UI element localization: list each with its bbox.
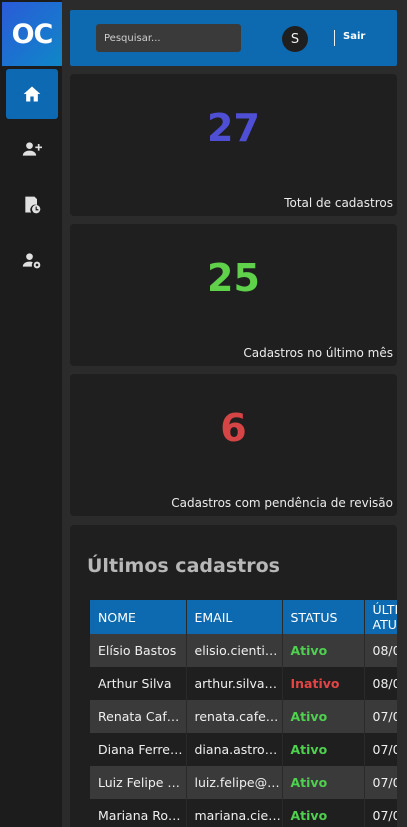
- cell-updated: 08/0: [364, 667, 397, 700]
- table-row[interactable]: Elísio Bastoselisio.cientista@email.comA…: [90, 634, 397, 667]
- cell-email: diana.astronauta@email.com: [186, 733, 283, 766]
- add-user-icon: [22, 142, 42, 156]
- sidebar-item-user-settings[interactable]: [6, 235, 58, 285]
- search-input[interactable]: [96, 24, 241, 52]
- stat-card-last-month: 25 Cadastros no último mês: [70, 224, 397, 366]
- cell-status: Inativo: [282, 667, 365, 700]
- cell-status: Ativo: [282, 634, 365, 667]
- cell-updated: 07/0: [364, 766, 397, 799]
- logout-button[interactable]: Sair: [343, 31, 365, 42]
- cell-name: Elísio Bastos: [90, 634, 187, 667]
- cell-status: Ativo: [282, 766, 365, 799]
- table-row[interactable]: Luiz Felipe Souzaluiz.felipe@email.comAt…: [90, 766, 397, 799]
- cell-updated: 07/0: [364, 733, 397, 766]
- sidebar-item-home[interactable]: [6, 69, 58, 119]
- app-logo[interactable]: OC: [2, 2, 62, 66]
- recent-table: NOME EMAIL STATUS ÚLTIMA ATUALIZAÇÃO Elí…: [90, 600, 397, 827]
- document-history-icon: [25, 196, 41, 214]
- cell-name: Diana Ferreira: [90, 733, 187, 766]
- table-row[interactable]: Renata Cafeteirarenata.cafeteira@email.c…: [90, 700, 397, 733]
- top-bar: S Sair: [70, 10, 397, 66]
- table-header-row: NOME EMAIL STATUS ÚLTIMA ATUALIZAÇÃO: [90, 600, 397, 634]
- stat-value: 6: [220, 406, 247, 450]
- stat-card-pending-review: 6 Cadastros com pendência de revisão: [70, 374, 397, 516]
- stat-value: 25: [207, 256, 260, 300]
- home-icon: [23, 86, 41, 102]
- table-row[interactable]: Arthur Silvaarthur.silva@email.comInativ…: [90, 667, 397, 700]
- cell-name: Renata Cafeteira: [90, 700, 187, 733]
- header-divider: [334, 30, 335, 46]
- cell-email: elisio.cientista@email.com: [186, 634, 283, 667]
- column-header-updated[interactable]: ÚLTIMA ATUALIZAÇÃO: [364, 600, 397, 634]
- cell-email: mariana.cientista@email.com: [186, 799, 283, 827]
- recent-table-scroll[interactable]: NOME EMAIL STATUS ÚLTIMA ATUALIZAÇÃO Elí…: [90, 600, 397, 827]
- cell-name: Luiz Felipe Souza: [90, 766, 187, 799]
- cell-status: Ativo: [282, 733, 365, 766]
- sidebar-item-reviews[interactable]: [6, 180, 58, 230]
- stat-label: Cadastros no último mês: [243, 346, 393, 360]
- column-header-status[interactable]: STATUS: [282, 600, 365, 634]
- stat-label: Cadastros com pendência de revisão: [171, 496, 393, 510]
- cell-updated: 08/0: [364, 634, 397, 667]
- cell-name: Mariana Rocha: [90, 799, 187, 827]
- sidebar-item-new-registration[interactable]: [6, 124, 58, 174]
- user-settings-icon: [22, 253, 41, 269]
- cell-updated: 07/0: [364, 700, 397, 733]
- table-row[interactable]: Diana Ferreiradiana.astronauta@email.com…: [90, 733, 397, 766]
- column-header-name[interactable]: NOME: [90, 600, 187, 634]
- stat-card-total: 27 Total de cadastros: [70, 74, 397, 216]
- cell-updated: 07/0: [364, 799, 397, 827]
- stat-value: 27: [207, 106, 260, 150]
- cell-email: arthur.silva@email.com: [186, 667, 283, 700]
- cell-status: Ativo: [282, 700, 365, 733]
- column-header-email[interactable]: EMAIL: [186, 600, 283, 634]
- table-row[interactable]: Mariana Rochamariana.cientista@email.com…: [90, 799, 397, 827]
- section-title: Últimos cadastros: [87, 555, 280, 577]
- stat-label: Total de cadastros: [284, 196, 393, 210]
- cell-name: Arthur Silva: [90, 667, 187, 700]
- cell-email: renata.cafeteira@email.com: [186, 700, 283, 733]
- avatar[interactable]: S: [282, 26, 308, 52]
- sidebar: OC: [0, 0, 62, 827]
- cell-status: Ativo: [282, 799, 365, 827]
- recent-registrations-panel: Últimos cadastros NOME EMAIL STATUS ÚLTI…: [70, 525, 397, 827]
- cell-email: luiz.felipe@email.com: [186, 766, 283, 799]
